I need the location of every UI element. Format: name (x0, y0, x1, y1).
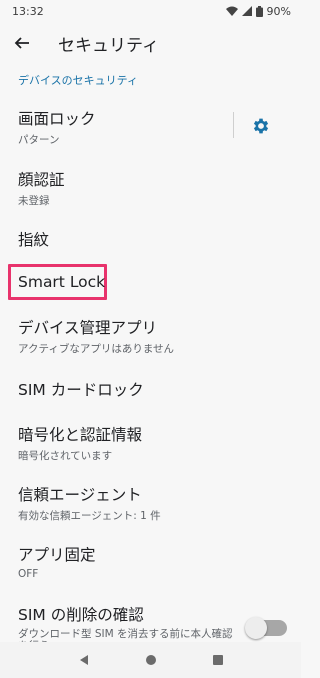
nav-recents-button[interactable] (203, 645, 233, 675)
item-title: 信頼エージェント (18, 486, 142, 504)
battery-icon (255, 5, 263, 17)
item-title: 顔認証 (18, 171, 65, 189)
wifi-icon (225, 6, 238, 16)
arrow-left-icon (14, 37, 29, 49)
item-subtitle: OFF (18, 568, 39, 580)
screen-lock-settings-button[interactable] (248, 113, 274, 139)
nav-home-button[interactable] (136, 645, 166, 675)
page-title: セキュリティ (58, 35, 159, 56)
sim-card-lock-item[interactable]: SIM カードロック (18, 378, 288, 400)
vertical-divider (233, 112, 234, 138)
item-title: 指紋 (18, 231, 50, 249)
navigation-bar (0, 642, 301, 678)
recents-square-icon (212, 655, 223, 665)
status-bar: 13:32 90% (0, 0, 301, 22)
smart-lock-item[interactable]: Smart Lock (18, 273, 288, 291)
screen-lock-item[interactable]: 画面ロック パターン (18, 107, 228, 147)
gear-icon (253, 118, 269, 134)
item-subtitle: ダウンロード型 SIM を消去する前に本人確認を行う (18, 628, 233, 642)
item-subtitle: パターン (18, 134, 60, 146)
item-subtitle: 未登録 (18, 195, 50, 207)
nav-back-button[interactable] (69, 645, 99, 675)
item-title: 暗号化と認証情報 (18, 426, 143, 444)
item-title: SIM の削除の確認 (18, 606, 144, 624)
item-title: デバイス管理アプリ (18, 319, 158, 337)
toggle-knob (245, 617, 267, 639)
item-subtitle: 暗号化されています (18, 450, 113, 462)
signal-icon (241, 6, 252, 16)
item-title: Smart Lock (18, 273, 106, 291)
item-title: 画面ロック (18, 110, 96, 128)
section-header: デバイスのセキュリティ (18, 74, 139, 87)
sim-deletion-toggle[interactable] (245, 617, 287, 639)
encryption-credentials-item[interactable]: 暗号化と認証情報 暗号化されています (18, 423, 288, 463)
item-title: SIM カードロック (18, 381, 144, 399)
confirm-sim-deletion-item[interactable]: SIM の削除の確認 ダウンロード型 SIM を消去する前に本人確認を行う (18, 603, 238, 642)
device-admin-apps-item[interactable]: デバイス管理アプリ アクティブなアプリはありません (18, 316, 288, 356)
item-title: アプリ固定 (18, 546, 96, 564)
trust-agents-item[interactable]: 信頼エージェント 有効な信頼エージェント: 1 件 (18, 483, 288, 523)
item-subtitle: 有効な信頼エージェント: 1 件 (18, 510, 161, 522)
back-triangle-icon (79, 655, 88, 665)
face-unlock-item[interactable]: 顔認証 未登録 (18, 168, 288, 208)
battery-level: 90% (266, 4, 291, 18)
status-icons: 90% (225, 4, 291, 18)
fingerprint-item[interactable]: 指紋 (18, 228, 288, 250)
status-time: 13:32 (12, 4, 44, 18)
item-subtitle: アクティブなアプリはありません (18, 343, 175, 355)
app-bar: セキュリティ (0, 22, 301, 64)
home-circle-icon (145, 655, 156, 665)
back-button[interactable] (0, 22, 44, 64)
app-pinning-item[interactable]: アプリ固定 OFF (18, 543, 288, 580)
